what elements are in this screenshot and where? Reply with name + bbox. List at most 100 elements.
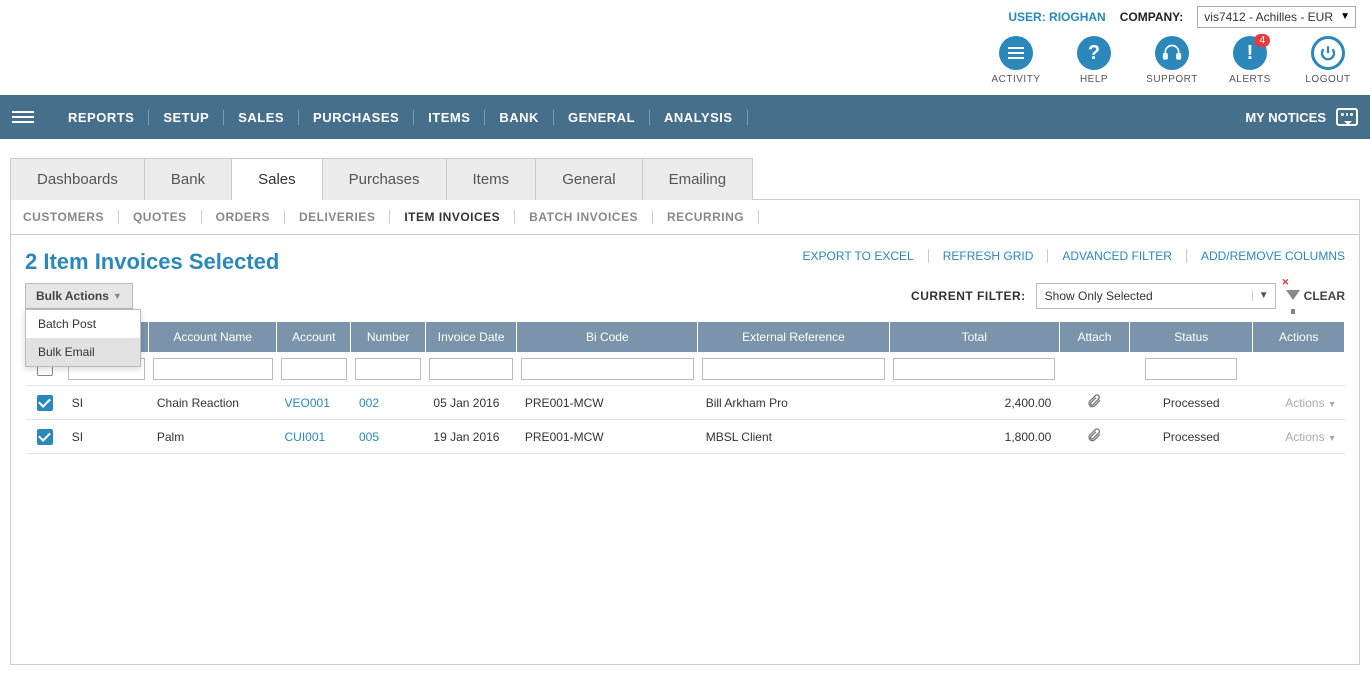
subnav-quotes[interactable]: QUOTES — [119, 210, 202, 224]
chevron-down-icon: ▼ — [1328, 399, 1337, 409]
actions-label: Actions — [1285, 396, 1324, 410]
cell-bi-code: PRE001-MCW — [517, 420, 698, 454]
bulk-actions-button[interactable]: Bulk Actions ▼ — [25, 283, 133, 309]
filter-account[interactable] — [281, 358, 347, 380]
cell-type: SI — [64, 386, 149, 420]
col-invoice-date[interactable]: Invoice Date — [425, 322, 516, 353]
advanced-filter-link[interactable]: ADVANCED FILTER — [1048, 249, 1187, 263]
support-button[interactable]: SUPPORT — [1144, 36, 1200, 85]
filter-invoice-date[interactable] — [429, 358, 512, 380]
chevron-down-icon: ▼ — [1252, 290, 1269, 301]
chevron-down-icon: ▼ — [1340, 11, 1350, 22]
filter-bi-code[interactable] — [521, 358, 694, 380]
company-label: COMPANY: — [1120, 10, 1184, 24]
subnav-deliveries[interactable]: DELIVERIES — [285, 210, 390, 224]
tab-sales[interactable]: Sales — [232, 158, 323, 200]
filter-status[interactable] — [1145, 358, 1237, 380]
nav-setup[interactable]: SETUP — [149, 110, 224, 125]
menu-icon[interactable] — [12, 108, 34, 126]
col-number[interactable]: Number — [351, 322, 425, 353]
subnav-batch-invoices[interactable]: BATCH INVOICES — [515, 210, 653, 224]
tab-general[interactable]: General — [536, 158, 642, 200]
paperclip-icon — [1086, 427, 1102, 443]
cell-invoice-date: 19 Jan 2016 — [425, 420, 516, 454]
col-account[interactable]: Account — [277, 322, 351, 353]
alerts-badge: 4 — [1254, 34, 1270, 47]
cell-account-link[interactable]: CUI001 — [285, 430, 326, 444]
attach-button[interactable] — [1059, 386, 1129, 420]
cell-account-link[interactable]: VEO001 — [285, 396, 330, 410]
tab-bank[interactable]: Bank — [145, 158, 232, 200]
nav-sales[interactable]: SALES — [224, 110, 299, 125]
cell-invoice-date: 05 Jan 2016 — [425, 386, 516, 420]
tab-dashboards[interactable]: Dashboards — [10, 158, 145, 200]
col-actions: Actions — [1253, 322, 1345, 353]
subnav-item-invoices[interactable]: ITEM INVOICES — [390, 210, 515, 224]
row-actions-button[interactable]: Actions▼ — [1253, 420, 1345, 454]
col-total[interactable]: Total — [889, 322, 1059, 353]
nav-reports[interactable]: REPORTS — [54, 110, 149, 125]
cell-number-link[interactable]: 002 — [359, 396, 379, 410]
help-icon: ? — [1077, 36, 1111, 70]
company-select[interactable]: vis7412 - Achilles - EUR ▼ — [1197, 6, 1356, 28]
activity-caption: ACTIVITY — [991, 74, 1040, 85]
table-row: SI Chain Reaction VEO001 002 05 Jan 2016… — [26, 386, 1345, 420]
company-selected-value: vis7412 - Achilles - EUR — [1204, 10, 1333, 24]
cell-account-name: Chain Reaction — [149, 386, 277, 420]
subnav-orders[interactable]: ORDERS — [202, 210, 285, 224]
col-account-name[interactable]: Account Name — [149, 322, 277, 353]
alerts-button[interactable]: 4 ! ALERTS — [1222, 36, 1278, 85]
table-row: SI Palm CUI001 005 19 Jan 2016 PRE001-MC… — [26, 420, 1345, 454]
col-external-ref[interactable]: External Reference — [698, 322, 889, 353]
nav-bank[interactable]: BANK — [485, 110, 554, 125]
power-icon — [1311, 36, 1345, 70]
add-remove-columns-link[interactable]: ADD/REMOVE COLUMNS — [1187, 249, 1345, 263]
cell-type: SI — [64, 420, 149, 454]
row-checkbox[interactable] — [37, 429, 53, 445]
col-bi-code[interactable]: Bi Code — [517, 322, 698, 353]
bulk-actions-menu: Batch Post Bulk Email — [25, 309, 141, 367]
activity-icon — [999, 36, 1033, 70]
tab-items[interactable]: Items — [447, 158, 537, 200]
help-button[interactable]: ? HELP — [1066, 36, 1122, 85]
my-notices-link[interactable]: MY NOTICES — [1245, 110, 1326, 125]
attach-button[interactable] — [1059, 420, 1129, 454]
chevron-down-icon: ▼ — [1328, 433, 1337, 443]
row-checkbox[interactable] — [37, 395, 53, 411]
activity-button[interactable]: ACTIVITY — [988, 36, 1044, 85]
export-to-excel-link[interactable]: EXPORT TO EXCEL — [789, 249, 929, 263]
cell-total: 2,400.00 — [889, 386, 1059, 420]
clear-filter-button[interactable]: CLEAR — [1286, 289, 1345, 303]
clear-filter-icon — [1286, 289, 1300, 303]
logout-button[interactable]: LOGOUT — [1300, 36, 1356, 85]
cell-total: 1,800.00 — [889, 420, 1059, 454]
nav-general[interactable]: GENERAL — [554, 110, 650, 125]
nav-analysis[interactable]: ANALYSIS — [650, 110, 748, 125]
subnav-customers[interactable]: CUSTOMERS — [23, 210, 119, 224]
headset-icon — [1155, 36, 1189, 70]
tab-emailing[interactable]: Emailing — [643, 158, 754, 200]
cell-number-link[interactable]: 005 — [359, 430, 379, 444]
filter-external-ref[interactable] — [702, 358, 885, 380]
filter-account-name[interactable] — [153, 358, 273, 380]
bulk-menu-bulk-email[interactable]: Bulk Email — [26, 338, 140, 366]
cell-bi-code: PRE001-MCW — [517, 386, 698, 420]
nav-items[interactable]: ITEMS — [414, 110, 485, 125]
current-filter-select[interactable]: Show Only Selected ▼ — [1036, 283, 1276, 309]
tab-purchases[interactable]: Purchases — [323, 158, 447, 200]
filter-total[interactable] — [893, 358, 1055, 380]
notices-icon[interactable] — [1336, 108, 1358, 126]
row-actions-button[interactable]: Actions ▼ — [1253, 386, 1345, 420]
current-filter-value: Show Only Selected — [1045, 289, 1153, 303]
subnav-recurring[interactable]: RECURRING — [653, 210, 759, 224]
bulk-menu-batch-post[interactable]: Batch Post — [26, 310, 140, 338]
filter-number[interactable] — [355, 358, 421, 380]
page-title: 2 Item Invoices Selected — [25, 249, 279, 275]
nav-purchases[interactable]: PURCHASES — [299, 110, 414, 125]
col-attach[interactable]: Attach — [1059, 322, 1129, 353]
refresh-grid-link[interactable]: REFRESH GRID — [929, 249, 1049, 263]
col-status[interactable]: Status — [1130, 322, 1253, 353]
alerts-caption: ALERTS — [1229, 74, 1271, 85]
support-caption: SUPPORT — [1146, 74, 1198, 85]
logout-caption: LOGOUT — [1305, 74, 1350, 85]
